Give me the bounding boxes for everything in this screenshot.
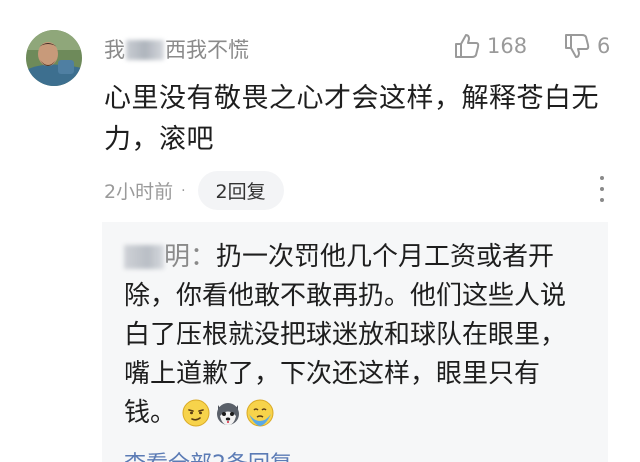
comment-time: 2小时前 [104, 181, 174, 203]
dislike-count: 6 [597, 34, 611, 58]
username-suffix: 西我不慌 [165, 38, 249, 62]
reply-item: 明：扔一次罚他几个月工资或者开除，你看他敢不敢再扔。他们这些人说白了压根就没把球… [124, 238, 584, 433]
smirk-face-icon [182, 399, 210, 427]
view-all-replies-link[interactable]: 查看全部2条回复 [124, 446, 292, 462]
reply-count-button[interactable]: 2回复 [197, 171, 284, 210]
reply-author[interactable]: 明： [124, 242, 216, 272]
reply-emojis [182, 399, 274, 427]
comment-username[interactable]: 我 西我不慌 [104, 34, 249, 64]
redacted-username-part [126, 40, 164, 60]
comment-meta: 2小时前 · 2回复 [104, 171, 284, 210]
dislike-button[interactable]: 6 [563, 32, 610, 60]
thumbs-up-icon [455, 34, 480, 58]
meta-separator: · [181, 182, 186, 199]
more-options-icon[interactable] [598, 176, 606, 202]
thumbs-down-icon [565, 34, 590, 58]
reply-author-suffix: 明： [164, 242, 217, 272]
like-count: 168 [487, 34, 528, 58]
crying-face-icon [246, 399, 274, 427]
username-prefix: 我 [104, 38, 125, 62]
comment-body: 心里没有敬畏之心才会这样，解释苍白无力，滚吧 [104, 83, 599, 155]
redacted-author-part [124, 245, 164, 269]
like-button[interactable]: 168 [453, 32, 527, 60]
user-avatar[interactable] [26, 30, 82, 86]
husky-dog-icon [217, 403, 240, 425]
